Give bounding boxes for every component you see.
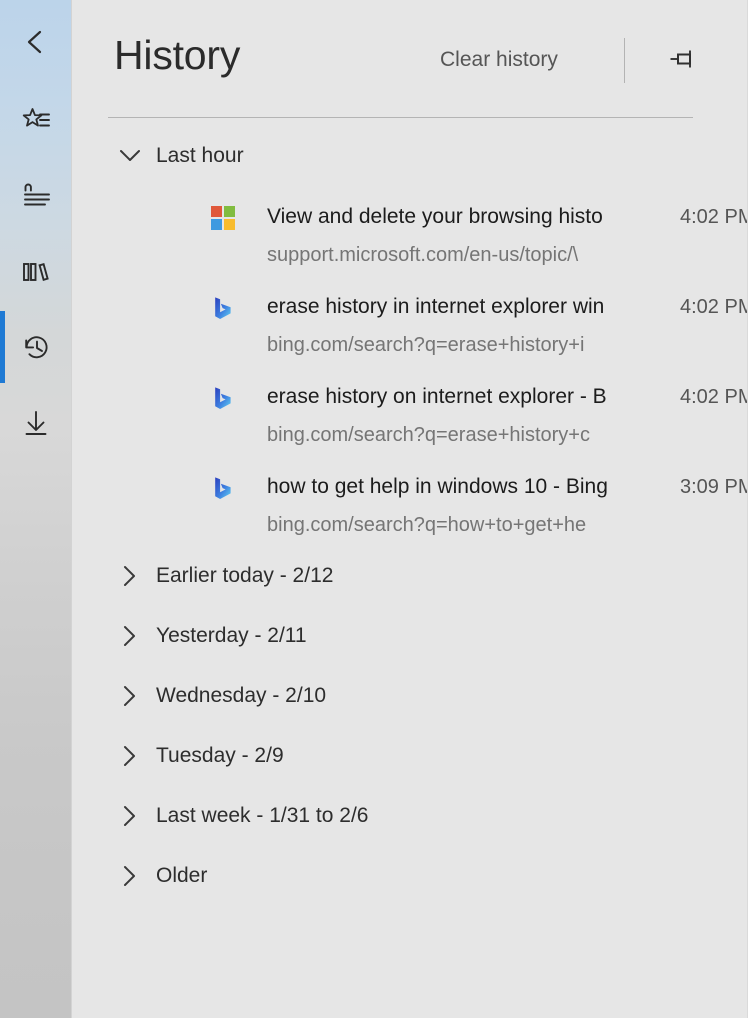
history-entry-title[interactable]: View and delete your browsing histo: [267, 202, 665, 232]
history-group-header[interactable]: Tuesday - 2/9: [72, 726, 747, 786]
chevron-right-icon[interactable]: [104, 565, 156, 587]
hub-rail: [0, 0, 72, 1018]
history-group-header[interactable]: Last hour: [72, 126, 747, 186]
chevron-right-icon[interactable]: [104, 745, 156, 767]
history-clock-icon: [23, 334, 50, 361]
reading-list-icon: [22, 183, 51, 209]
microsoft-logo-icon: [211, 206, 235, 230]
history-pane: History Clear history Last hour View and…: [72, 0, 748, 1018]
ms-logo-square-br: [224, 219, 235, 230]
history-entry-url: bing.com/search?q=erase+history+i: [267, 334, 585, 356]
chevron-right-icon[interactable]: [104, 625, 156, 647]
history-group-label: Older: [156, 864, 208, 887]
chevron-right-icon[interactable]: [104, 805, 156, 827]
books-button[interactable]: [0, 236, 72, 308]
history-entry[interactable]: erase history in internet explorer win bi…: [72, 276, 747, 366]
history-entry-url: support.microsoft.com/en-us/topic/\: [267, 244, 579, 266]
downloads-button[interactable]: [0, 387, 72, 459]
history-group-header[interactable]: Last week - 1/31 to 2/6: [72, 786, 747, 846]
history-group-label: Wednesday - 2/10: [156, 684, 327, 707]
history-entry-group: View and delete your browsing histo suppo…: [72, 186, 747, 546]
chevron-left-icon: [23, 29, 49, 55]
history-group-label: Earlier today - 2/12: [156, 564, 334, 587]
header-divider: [624, 38, 625, 83]
history-group-label: Last week - 1/31 to 2/6: [156, 804, 369, 827]
bing-logo-icon: [211, 296, 235, 320]
ms-logo-square-bl: [211, 219, 222, 230]
download-arrow-icon: [23, 410, 49, 436]
ms-logo-square-tr: [224, 206, 235, 217]
page-title: History: [114, 32, 241, 78]
history-header: History Clear history: [72, 0, 747, 118]
history-entry-title[interactable]: erase history in internet explorer win: [267, 292, 665, 322]
history-entry[interactable]: View and delete your browsing histo suppo…: [72, 186, 747, 276]
reading-list-button[interactable]: [0, 160, 72, 232]
history-group-label: Tuesday - 2/9: [156, 744, 284, 767]
history-list: Last hour View and delete your browsing h…: [72, 126, 747, 1018]
history-group-header[interactable]: Earlier today - 2/12: [72, 546, 747, 606]
history-group-header[interactable]: Older: [72, 846, 747, 906]
history-entry-title[interactable]: erase history on internet explorer - B: [267, 382, 665, 412]
history-entry-url: bing.com/search?q=erase+history+c: [267, 424, 590, 446]
star-list-icon: [22, 107, 51, 133]
back-button[interactable]: [0, 6, 72, 78]
history-entry-time: 4:02 PM: [680, 206, 747, 228]
pin-icon: [669, 48, 695, 75]
history-entry-time: 4:02 PM: [680, 296, 747, 318]
history-hub-panel: History Clear history Last hour View and…: [0, 0, 748, 1018]
favorites-button[interactable]: [0, 84, 72, 156]
history-group-header[interactable]: Wednesday - 2/10: [72, 666, 747, 726]
history-group-label: Last hour: [156, 144, 244, 167]
chevron-right-icon[interactable]: [104, 865, 156, 887]
history-entry-title[interactable]: how to get help in windows 10 - Bing: [267, 472, 665, 502]
title-divider: [108, 117, 693, 118]
ms-logo-square-tl: [211, 206, 222, 217]
books-icon: [22, 259, 50, 285]
history-group-label: Yesterday - 2/11: [156, 624, 307, 647]
history-entry[interactable]: how to get help in windows 10 - Bing bing…: [72, 456, 747, 546]
history-button[interactable]: [0, 311, 72, 383]
clear-history-button[interactable]: Clear history: [440, 47, 558, 73]
chevron-right-icon[interactable]: [104, 685, 156, 707]
bing-logo-icon: [211, 476, 235, 500]
chevron-down-icon[interactable]: [104, 145, 156, 167]
bing-logo-icon: [211, 386, 235, 410]
pin-button[interactable]: [658, 37, 706, 85]
history-entry[interactable]: erase history on internet explorer - B bi…: [72, 366, 747, 456]
history-group-header[interactable]: Yesterday - 2/11: [72, 606, 747, 666]
history-entry-url: bing.com/search?q=how+to+get+he: [267, 514, 587, 536]
history-entry-time: 3:09 PM: [680, 476, 747, 498]
history-entry-time: 4:02 PM: [680, 386, 747, 408]
